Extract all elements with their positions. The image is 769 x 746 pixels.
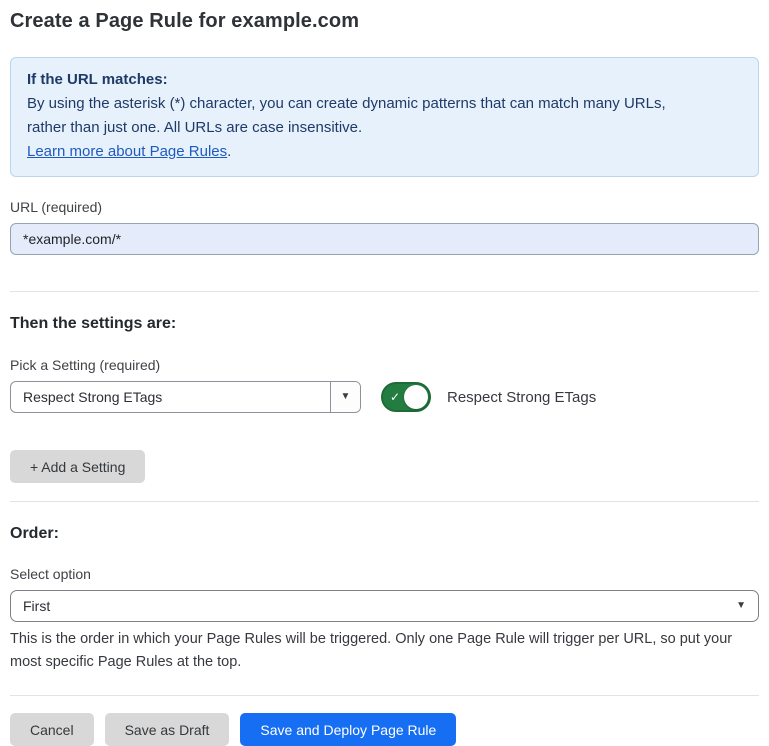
footer-divider [10,695,759,696]
order-help-line2: most specific Page Rules at the top. [10,651,759,674]
setting-dropdown[interactable]: Respect Strong ETags ▼ [10,381,361,413]
section-divider [10,291,759,292]
learn-more-link[interactable]: Learn more about Page Rules [27,143,227,160]
order-help-line1: This is the order in which your Page Rul… [10,628,759,651]
url-input[interactable] [10,223,759,255]
page-title: Create a Page Rule for example.com [10,10,759,33]
setting-dropdown-arrow-button[interactable]: ▼ [330,382,360,412]
order-select[interactable]: First ▼ [10,590,759,622]
toggle-label: Respect Strong ETags [447,389,596,406]
pick-setting-label: Pick a Setting (required) [10,357,759,373]
order-select-value: First [23,598,50,614]
respect-strong-etags-toggle[interactable]: ✓ [381,382,431,412]
add-setting-button[interactable]: + Add a Setting [10,450,145,483]
setting-dropdown-value: Respect Strong ETags [11,382,330,412]
url-field-label: URL (required) [10,199,759,215]
setting-row: Respect Strong ETags ▼ ✓ Respect Strong … [10,381,759,413]
select-option-label: Select option [10,566,759,582]
toggle-group: ✓ Respect Strong ETags [381,382,596,412]
toggle-knob [404,385,428,409]
order-section-heading: Order: [10,525,759,543]
info-box-body-line2: rather than just one. All URLs are case … [27,116,742,140]
url-match-info-box: If the URL matches: By using the asteris… [10,57,759,177]
link-suffix: . [227,143,231,160]
info-box-body-line1: By using the asterisk (*) character, you… [27,92,742,116]
section-divider [10,501,759,502]
settings-section-heading: Then the settings are: [10,315,759,333]
info-box-heading: If the URL matches: [27,68,742,92]
order-help-text: This is the order in which your Page Rul… [10,628,759,674]
create-page-rule-form: Create a Page Rule for example.com If th… [0,0,769,746]
chevron-down-icon: ▼ [736,601,746,611]
chevron-down-icon: ▼ [341,392,351,402]
check-icon: ✓ [390,391,400,403]
